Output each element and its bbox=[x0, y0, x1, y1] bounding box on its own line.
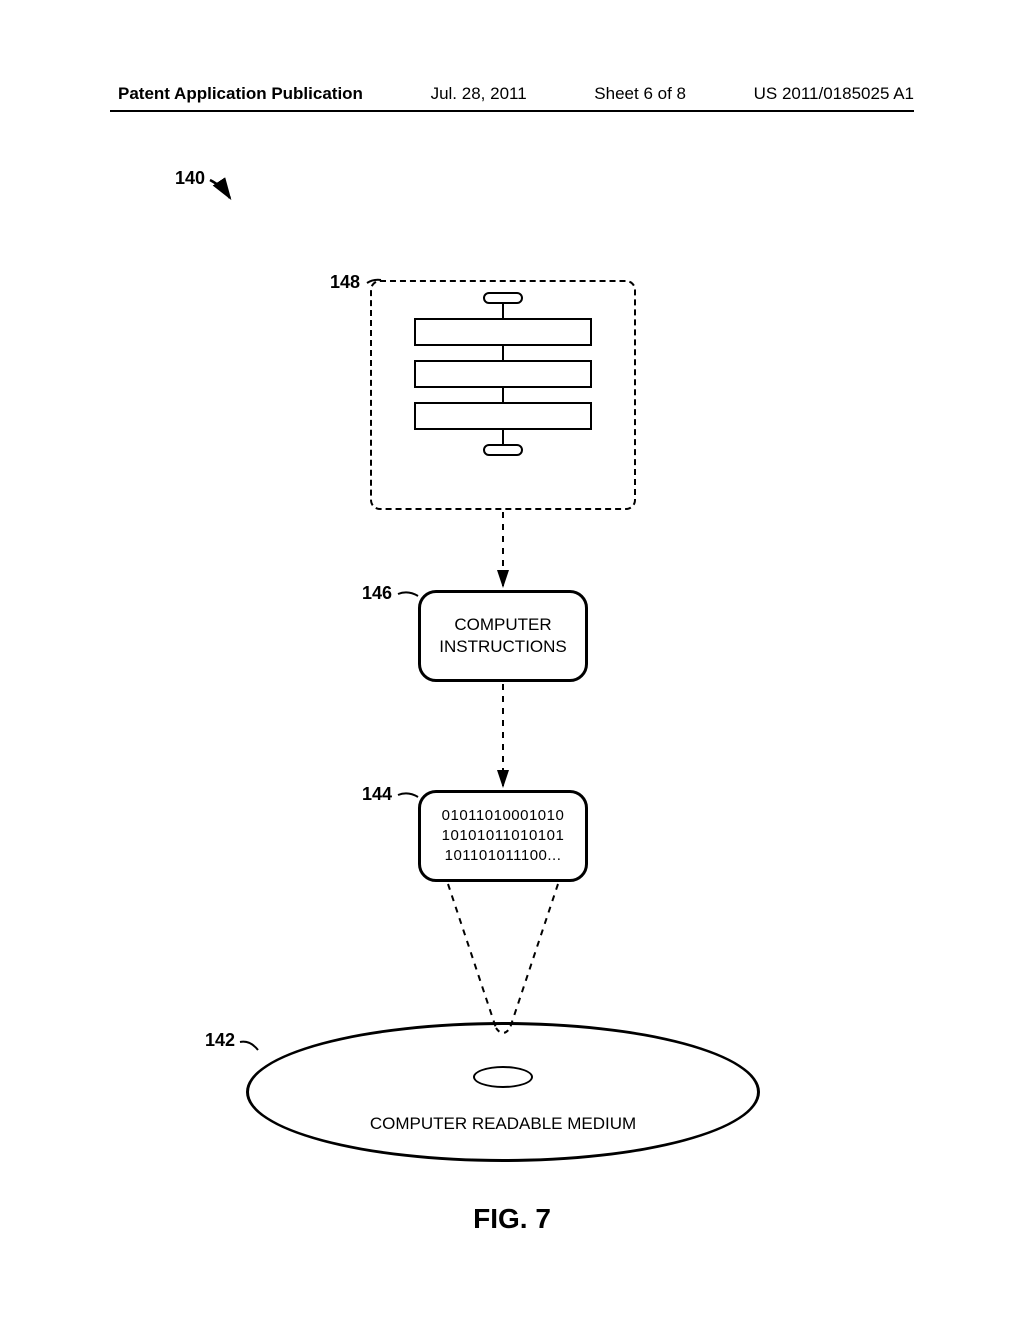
ref-label-148: 148 bbox=[330, 272, 360, 293]
medium-label: COMPUTER READABLE MEDIUM bbox=[246, 1114, 760, 1134]
binary-data-box: 01011010001010 10101011010101 1011010111… bbox=[418, 790, 588, 882]
header-rule bbox=[110, 110, 914, 112]
publication-label: Patent Application Publication bbox=[118, 84, 363, 104]
ref-label-144: 144 bbox=[362, 784, 392, 805]
ref-label-140: 140 bbox=[175, 168, 205, 189]
flow-connector bbox=[502, 304, 504, 318]
computer-readable-medium: COMPUTER READABLE MEDIUM bbox=[246, 1022, 760, 1162]
flowchart bbox=[370, 292, 636, 498]
patent-figure-page: Patent Application Publication Jul. 28, … bbox=[0, 0, 1024, 1320]
flow-connector bbox=[502, 388, 504, 402]
disc-hole bbox=[473, 1066, 533, 1088]
flow-end-terminator bbox=[483, 444, 523, 456]
publication-number: US 2011/0185025 A1 bbox=[754, 84, 914, 104]
ref-label-142: 142 bbox=[205, 1030, 235, 1051]
publication-date: Jul. 28, 2011 bbox=[431, 84, 527, 104]
flow-step-3 bbox=[414, 402, 592, 430]
ref-label-146: 146 bbox=[362, 583, 392, 604]
disc-outline bbox=[246, 1022, 760, 1162]
computer-instructions-box: COMPUTER INSTRUCTIONS bbox=[418, 590, 588, 682]
flow-step-2 bbox=[414, 360, 592, 388]
page-header: Patent Application Publication Jul. 28, … bbox=[0, 84, 1024, 104]
flow-step-1 bbox=[414, 318, 592, 346]
flow-connector bbox=[502, 430, 504, 444]
box144-line3: 101101011100... bbox=[445, 846, 562, 866]
flow-connector bbox=[502, 346, 504, 360]
box144-line2: 10101011010101 bbox=[442, 826, 565, 846]
sheet-number: Sheet 6 of 8 bbox=[594, 84, 686, 104]
box146-line1: COMPUTER bbox=[454, 614, 551, 636]
flow-start-terminator bbox=[483, 292, 523, 304]
figure-caption: FIG. 7 bbox=[0, 1203, 1024, 1235]
box146-line2: INSTRUCTIONS bbox=[439, 636, 567, 658]
box144-line1: 01011010001010 bbox=[442, 806, 565, 826]
